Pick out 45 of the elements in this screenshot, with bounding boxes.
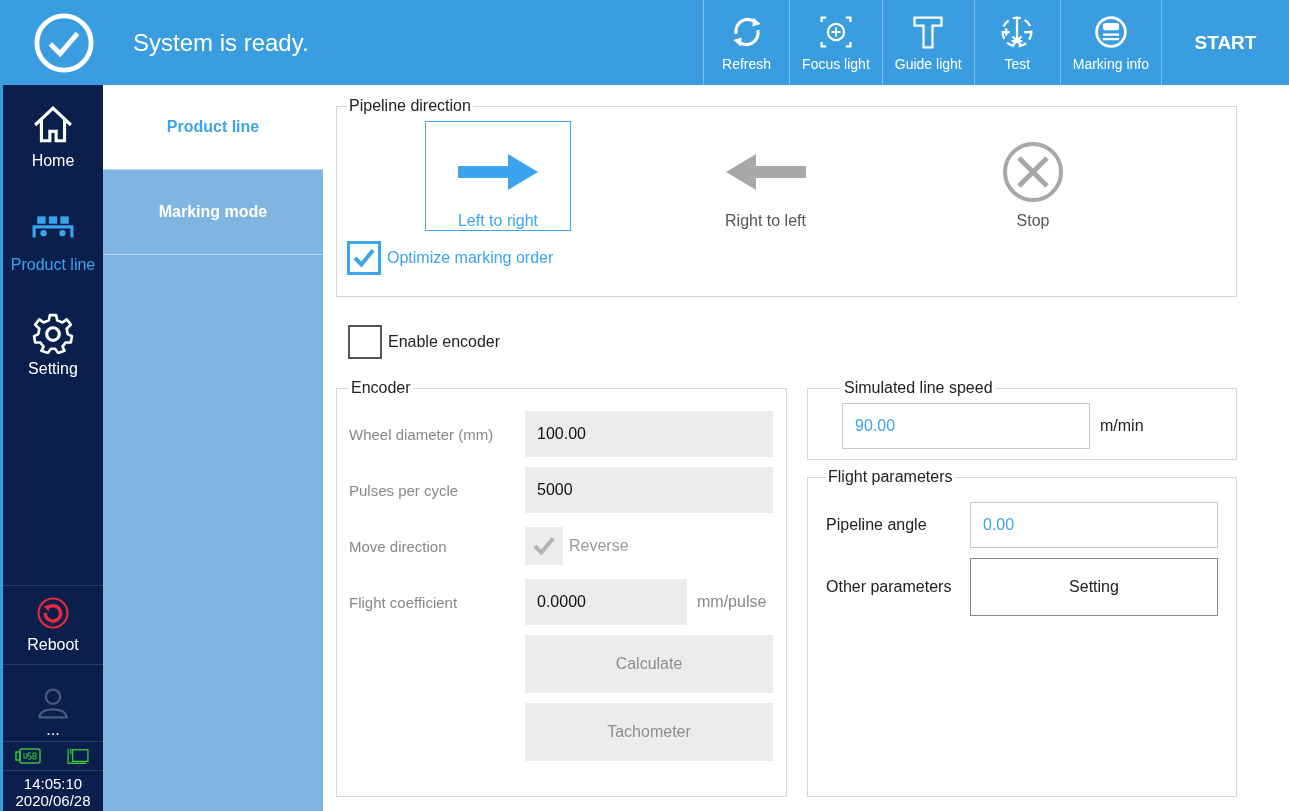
submenu-tab[interactable]: Product line	[103, 85, 323, 170]
start-button[interactable]: START	[1161, 0, 1289, 85]
direction-option[interactable]: Stop	[960, 121, 1106, 231]
group-title: Simulated line speed	[843, 379, 994, 397]
field-label: Other parameters	[826, 578, 953, 596]
status-title: System is ready.	[133, 28, 310, 57]
field-label: Wheel diameter (mm)	[349, 425, 495, 443]
field-label: Pipeline angle	[826, 516, 928, 534]
direction-option[interactable]: Right to left	[692, 121, 839, 231]
clock-time: 14:05:10	[23, 775, 83, 792]
info-circle-icon	[1092, 13, 1129, 50]
direction-option[interactable]: Left to right	[425, 121, 571, 231]
user-icon	[35, 685, 71, 721]
gear-icon	[32, 312, 74, 354]
setting-button[interactable]: Setting	[970, 558, 1218, 616]
unit-label: mm/pulse	[697, 593, 767, 611]
user-name: ...	[46, 721, 60, 739]
input-field[interactable]: 0.00	[970, 502, 1218, 548]
toolbar-button[interactable]: Focus light	[789, 0, 882, 85]
usb-icon	[15, 747, 41, 765]
crosshair-icon	[817, 13, 854, 50]
checkbox-label: Optimize marking order	[387, 249, 554, 267]
toolbar-button[interactable]: Marking info	[1059, 0, 1161, 85]
toolbar-button[interactable]: Guide light	[881, 0, 974, 85]
nav-item[interactable]: Setting	[3, 293, 103, 397]
checkbox-label: Reverse	[569, 537, 629, 555]
group-title: Flight parameters	[827, 468, 954, 486]
submenu-tab[interactable]: Marking mode	[103, 170, 323, 255]
checkbox[interactable]	[348, 325, 382, 359]
group-title: Encoder	[350, 379, 412, 397]
checkbox[interactable]	[347, 241, 381, 275]
nav-item[interactable]: Home	[3, 85, 103, 189]
nav-item[interactable]: Product line	[3, 189, 103, 293]
monitor-icon	[65, 747, 91, 765]
toolbar-button[interactable]: Refresh	[703, 0, 790, 85]
check-circle-icon	[33, 11, 95, 74]
toolbar-button[interactable]: Test	[973, 0, 1060, 85]
checkbox-label: Enable encoder	[388, 333, 501, 351]
input-field[interactable]: 90.00	[842, 403, 1090, 449]
field-label: Move direction	[349, 537, 448, 555]
clock-date: 2020/06/28	[15, 792, 91, 809]
unit-label: m/min	[1100, 417, 1144, 435]
field-label: Pulses per cycle	[349, 481, 460, 499]
group-title: Pipeline direction	[348, 97, 472, 115]
field-label: Flight coefficient	[349, 593, 459, 611]
